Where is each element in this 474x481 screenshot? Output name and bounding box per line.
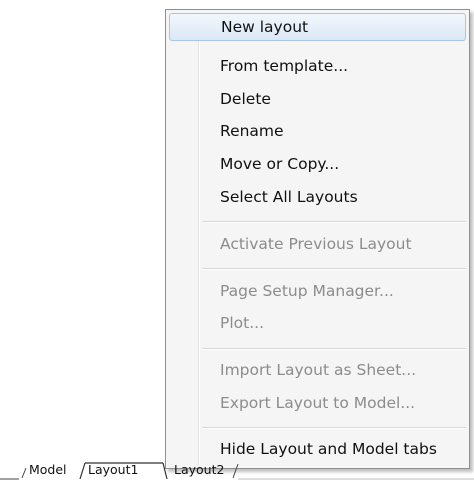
tab-layout1[interactable]: Layout1 [88,462,138,477]
menu-item-from-template[interactable]: From template... [169,52,466,80]
layout-tab-context-menu: New layout From template... Delete Renam… [165,9,470,469]
tab-layout2[interactable]: Layout2 [174,462,224,477]
menu-item-page-setup-manager: Page Setup Manager... [220,282,394,300]
menu-item-move-or-copy[interactable]: Move or Copy... [169,150,466,178]
menu-separator [202,221,466,223]
layout-tabs-bar: Model Layout1 Layout2 [0,460,474,481]
tab-outlines [0,462,474,480]
menu-item-delete[interactable]: Delete [169,85,466,113]
menu-item-import-layout-as-sheet: Import Layout as Sheet... [220,361,417,379]
menu-item-rename[interactable]: Rename [169,117,466,145]
menu-item-activate-previous-layout: Activate Previous Layout [220,235,412,253]
menu-separator [202,268,466,270]
menu-item-plot: Plot... [220,314,264,332]
screen: New layout From template... Delete Renam… [0,0,474,481]
menu-item-select-all-layouts[interactable]: Select All Layouts [169,183,466,211]
menu-item-new-layout[interactable]: New layout [169,13,466,41]
menu-item-export-layout-to-model: Export Layout to Model... [220,394,416,412]
menu-separator [202,427,466,429]
menu-separator [202,348,466,350]
menu-item-hide-layout-and-model-tabs[interactable]: Hide Layout and Model tabs [169,435,466,463]
tab-model[interactable]: Model [29,462,67,477]
